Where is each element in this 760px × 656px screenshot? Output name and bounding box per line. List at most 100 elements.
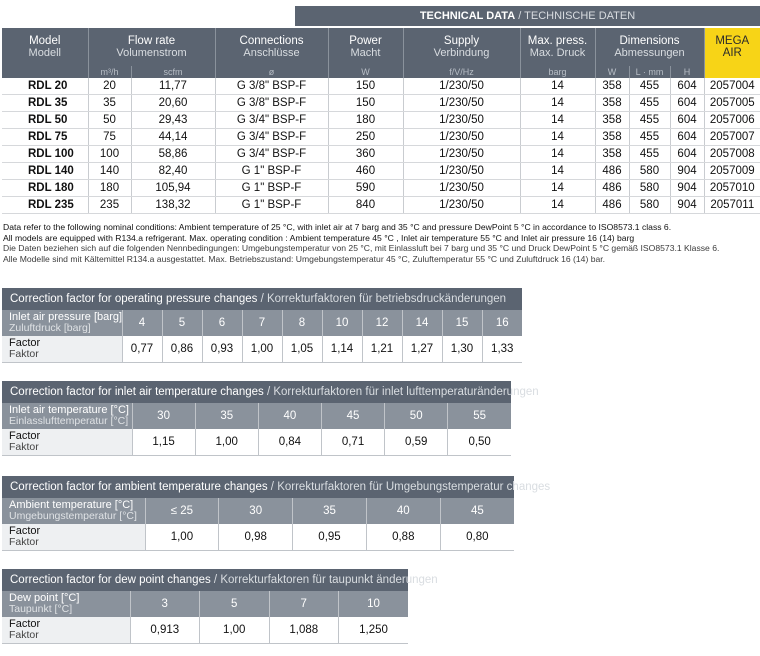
factor-label: Factor Faktor bbox=[2, 336, 123, 363]
factor-value: 0,80 bbox=[440, 524, 514, 551]
cell-model: RDL 75 bbox=[2, 128, 89, 146]
parameter-value: 8 bbox=[282, 310, 323, 336]
table-row: RDL 100 100 58,86 G 3/4" BSP-F 360 1/230/50 14… bbox=[2, 145, 760, 163]
unit-dim-h: H bbox=[670, 66, 705, 78]
cell-m3h: 235 bbox=[88, 196, 132, 214]
parameter-value: 6 bbox=[202, 310, 243, 336]
table-row: RDL 75 75 44,14 G 3/4" BSP-F 250 1/230/50 14 35… bbox=[2, 128, 760, 146]
nominal-conditions-notes: Data refer to the following nominal cond… bbox=[3, 222, 758, 264]
cell-press: 14 bbox=[520, 196, 596, 214]
parameter-value: 12 bbox=[362, 310, 403, 336]
factor-value: 1,30 bbox=[442, 336, 483, 363]
correction-dew-point-block: Correction factor for dew point changes … bbox=[2, 569, 438, 644]
parameter-value: 4 bbox=[122, 310, 163, 336]
cell-supply: 1/230/50 bbox=[403, 162, 521, 180]
cell-press: 14 bbox=[520, 162, 596, 180]
cell-scfm: 44,14 bbox=[131, 128, 216, 146]
cell-model: RDL 140 bbox=[2, 162, 89, 180]
correction-ambient-temp-block: Correction factor for ambient temperatur… bbox=[2, 476, 550, 551]
note-en-2: All models are equipped with R134.a refr… bbox=[3, 232, 635, 243]
cell-supply: 1/230/50 bbox=[403, 94, 521, 112]
cell-m3h: 75 bbox=[88, 128, 132, 146]
cell-code: 2057006 bbox=[704, 111, 760, 129]
table-row: RDL 20 20 11,77 G 3/8" BSP-F 150 1/230/50 14 35… bbox=[2, 78, 760, 95]
title-en: TECHNICAL DATA bbox=[419, 10, 516, 22]
cell-l: 455 bbox=[629, 78, 671, 95]
cell-code: 2057007 bbox=[704, 128, 760, 146]
cell-h: 904 bbox=[670, 179, 705, 197]
correction-title: Correction factor for inlet air temperat… bbox=[2, 381, 539, 403]
parameter-value: 3 bbox=[130, 591, 200, 617]
factor-value: 1,00 bbox=[195, 429, 259, 456]
factor-value: 0,77 bbox=[122, 336, 163, 363]
parameter-value: 5 bbox=[162, 310, 203, 336]
unit-m3h: m³/h bbox=[88, 66, 132, 78]
factor-value: 0,50 bbox=[447, 429, 511, 456]
cell-press: 14 bbox=[520, 145, 596, 163]
cell-l: 455 bbox=[629, 145, 671, 163]
factor-value: 1,00 bbox=[199, 617, 270, 644]
cell-code: 2057005 bbox=[704, 94, 760, 112]
factor-value: 0,93 bbox=[202, 336, 243, 363]
cell-h: 604 bbox=[670, 145, 705, 163]
cell-w: 486 bbox=[595, 179, 630, 197]
cell-m3h: 100 bbox=[88, 145, 132, 163]
cell-supply: 1/230/50 bbox=[403, 111, 521, 129]
cell-model: RDL 20 bbox=[2, 78, 89, 95]
unit-dim-w: W bbox=[595, 66, 630, 78]
cell-model: RDL 100 bbox=[2, 145, 89, 163]
factor-value: 1,088 bbox=[269, 617, 339, 644]
technical-data-table: Model Modell Flow rate Volumenstrom Connec… bbox=[2, 28, 760, 214]
correction-inlet-temp-block: Correction factor for inlet air temperat… bbox=[2, 381, 539, 456]
parameter-value: 7 bbox=[269, 591, 339, 617]
cell-power: 150 bbox=[328, 94, 404, 112]
cell-l: 455 bbox=[629, 128, 671, 146]
correction-table: Inlet air pressure [barg] Zuluftdruck [ba… bbox=[2, 310, 522, 363]
cell-power: 360 bbox=[328, 145, 404, 163]
technical-data-title: TECHNICAL DATA / TECHNISCHE DATEN bbox=[295, 6, 760, 26]
factor-value: 1,21 bbox=[362, 336, 403, 363]
cell-scfm: 29,43 bbox=[131, 111, 216, 129]
unit-dim-l: L · mm bbox=[629, 66, 671, 78]
note-en-1: Data refer to the following nominal cond… bbox=[3, 222, 672, 232]
cell-h: 604 bbox=[670, 94, 705, 112]
cell-w: 358 bbox=[595, 128, 630, 146]
header-dimensions: Dimensions Abmessungen bbox=[595, 28, 705, 66]
correction-title: Correction factor for operating pressure… bbox=[2, 288, 522, 310]
cell-conn: G 1" BSP-F bbox=[215, 196, 329, 214]
table-row: RDL 140 140 82,40 G 1" BSP-F 460 1/230/50 14 48… bbox=[2, 162, 760, 180]
table-row: RDL 50 50 29,43 G 3/4" BSP-F 180 1/230/50 14 35… bbox=[2, 111, 760, 129]
factor-value: 0,86 bbox=[162, 336, 203, 363]
cell-l: 580 bbox=[629, 162, 671, 180]
cell-model: RDL 35 bbox=[2, 94, 89, 112]
parameter-value: ≤ 25 bbox=[145, 498, 220, 524]
header-power: Power Macht bbox=[328, 28, 404, 66]
cell-w: 486 bbox=[595, 162, 630, 180]
cell-w: 358 bbox=[595, 94, 630, 112]
factor-value: 1,27 bbox=[402, 336, 443, 363]
cell-power: 250 bbox=[328, 128, 404, 146]
cell-model: RDL 180 bbox=[2, 179, 89, 197]
cell-model: RDL 50 bbox=[2, 111, 89, 129]
parameter-value: 16 bbox=[482, 310, 522, 336]
parameter-value: 30 bbox=[218, 498, 294, 524]
factor-value: 0,84 bbox=[258, 429, 322, 456]
cell-m3h: 20 bbox=[88, 78, 132, 95]
factor-label: Factor Faktor bbox=[2, 429, 133, 456]
cell-code: 2057009 bbox=[704, 162, 760, 180]
parameter-value: 40 bbox=[258, 403, 322, 429]
cell-conn: G 3/8" BSP-F bbox=[215, 94, 329, 112]
cell-m3h: 180 bbox=[88, 179, 132, 197]
correction-title: Correction factor for ambient temperatur… bbox=[2, 476, 550, 498]
table-row: RDL 180 180 105,94 G 1" BSP-F 590 1/230/50 14 4… bbox=[2, 179, 760, 197]
cell-conn: G 3/8" BSP-F bbox=[215, 78, 329, 95]
factor-value: 0,59 bbox=[384, 429, 449, 456]
cell-h: 604 bbox=[670, 128, 705, 146]
parameter-label: Dew point [°C] Taupunkt [°C] bbox=[2, 591, 131, 617]
factor-value: 1,250 bbox=[338, 617, 408, 644]
cell-code: 2057008 bbox=[704, 145, 760, 163]
title-separator: / bbox=[515, 10, 525, 22]
parameter-value: 30 bbox=[132, 403, 196, 429]
factor-value: 0,71 bbox=[321, 429, 386, 456]
parameter-value: 50 bbox=[384, 403, 449, 429]
